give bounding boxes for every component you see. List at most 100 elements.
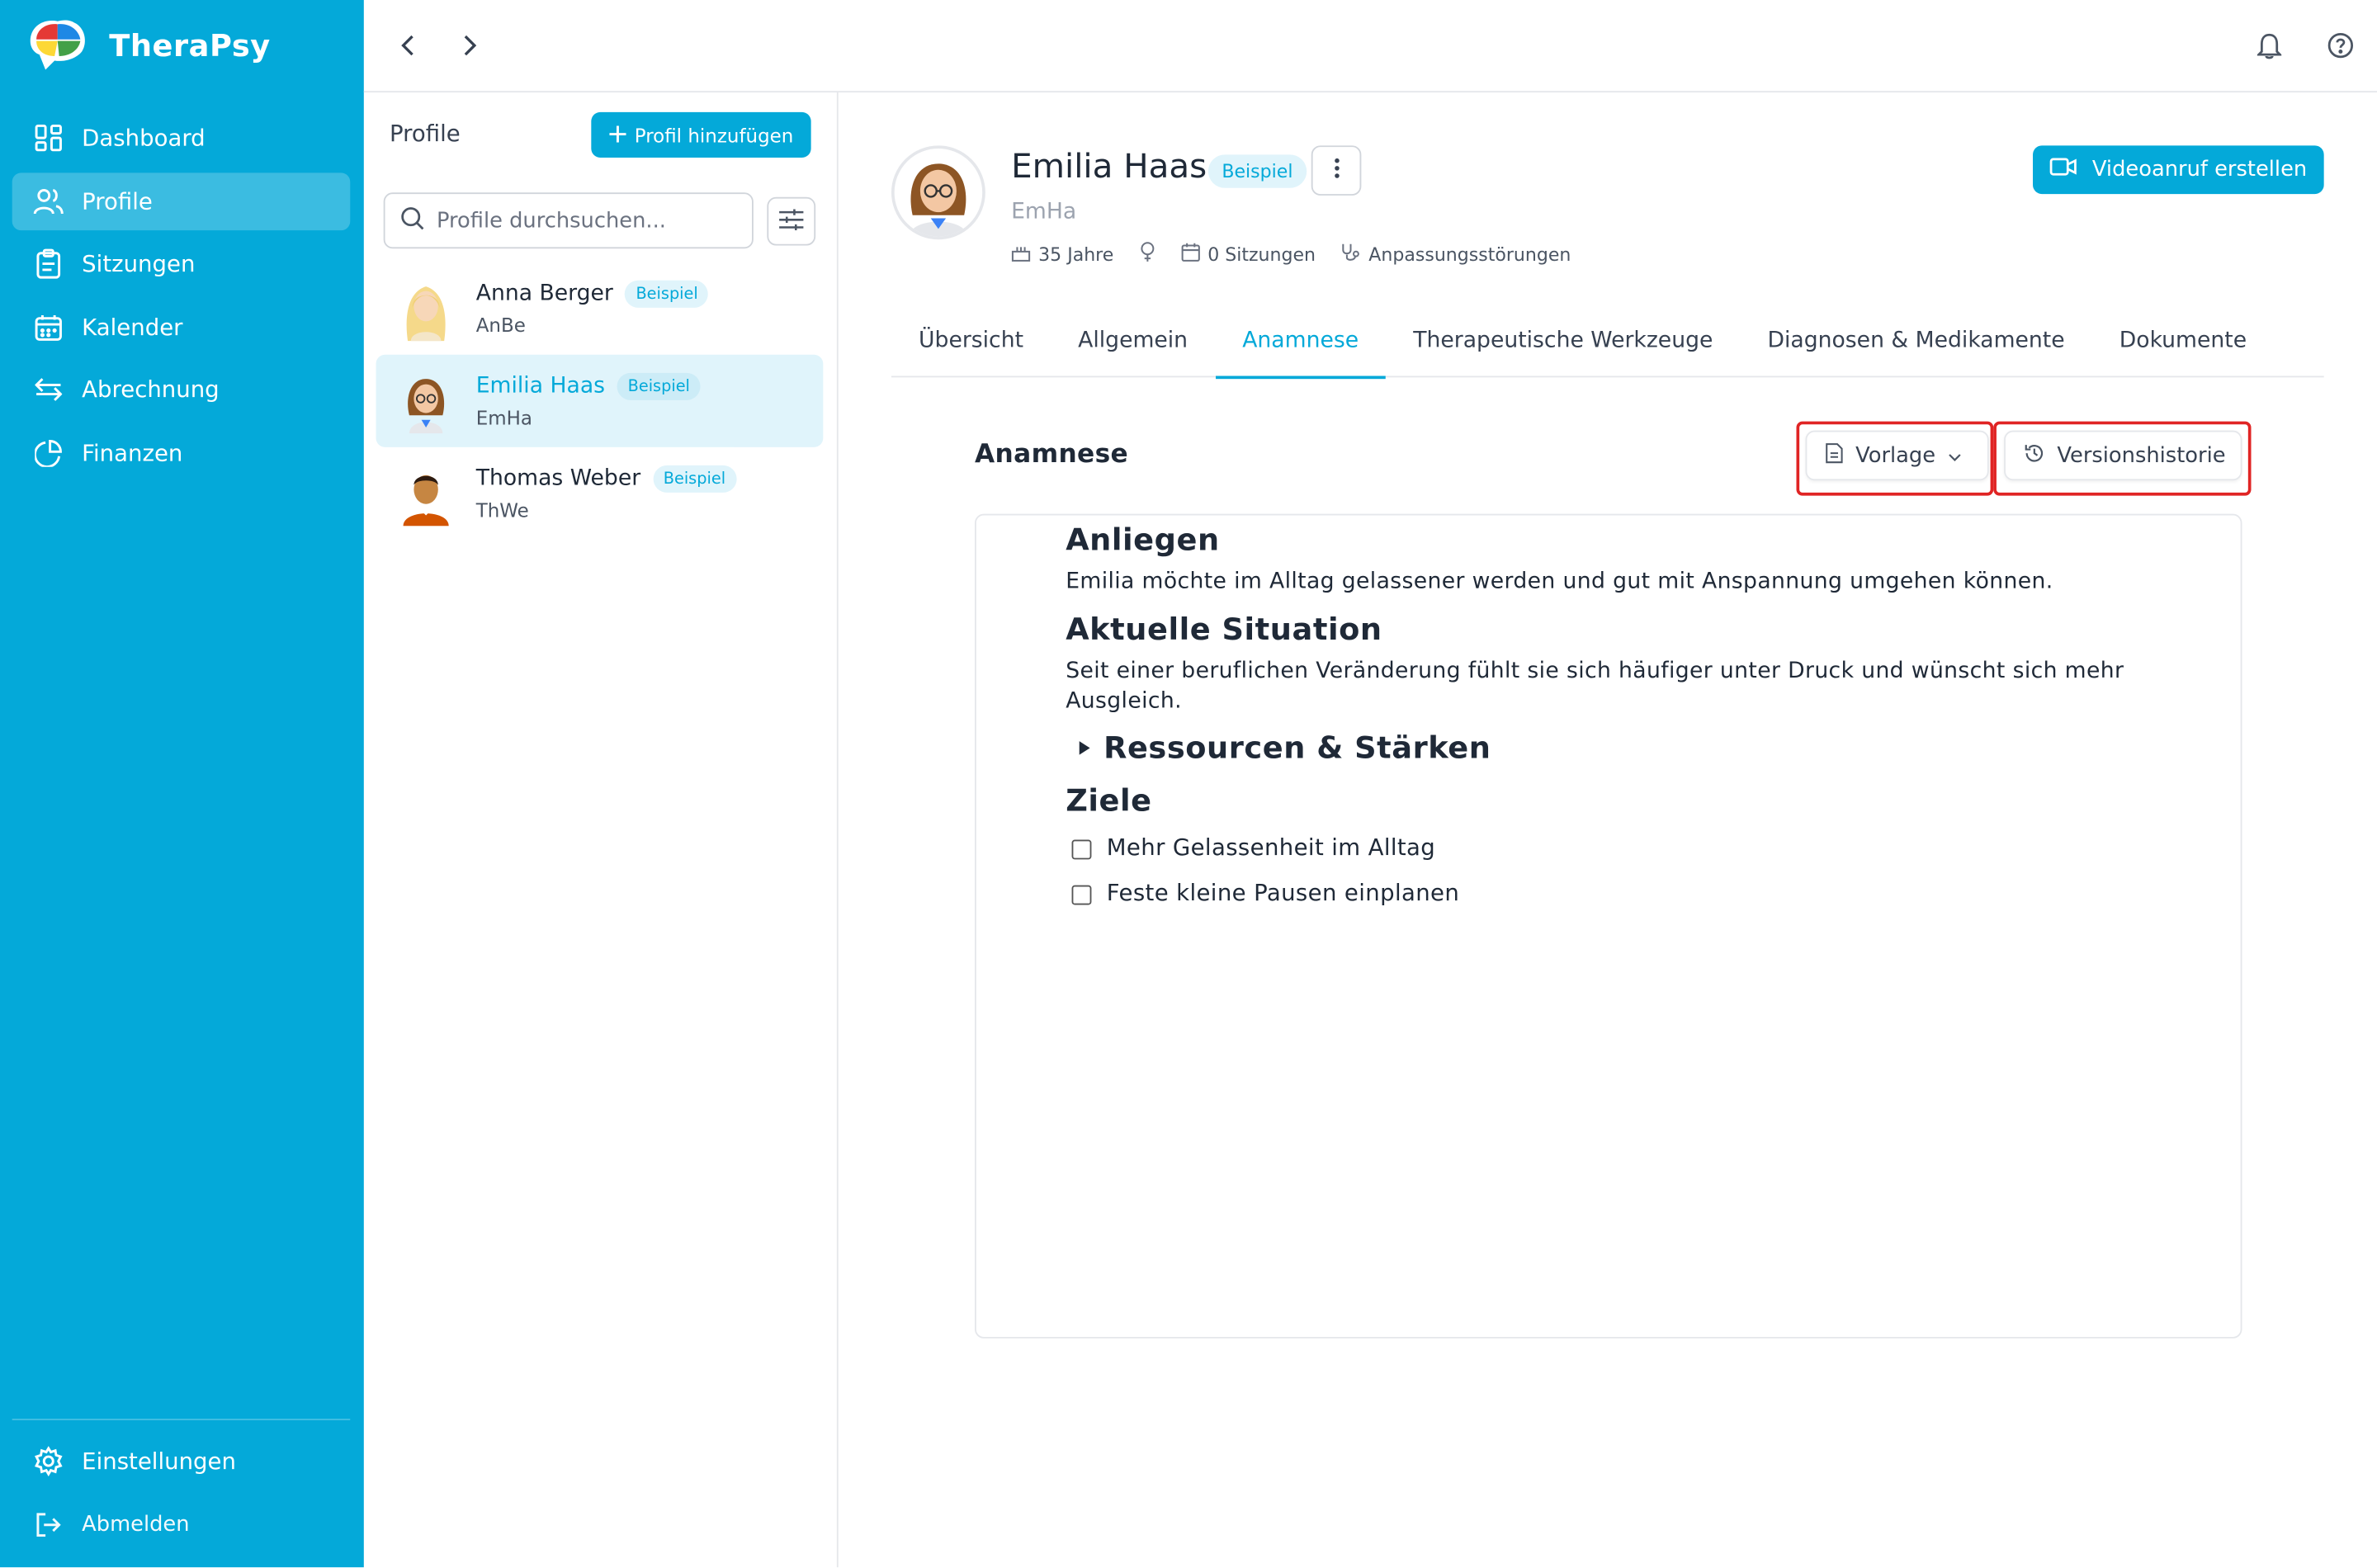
more-options-button[interactable] xyxy=(1311,145,1362,196)
example-badge: Beispiel xyxy=(617,372,701,400)
avatar xyxy=(397,461,455,526)
app-name: TheraPsy xyxy=(109,27,271,64)
avatar xyxy=(397,276,455,341)
sidebar-item-dashboard[interactable]: Dashboard xyxy=(12,109,351,167)
cake-icon xyxy=(1011,242,1031,266)
tab-anamnese[interactable]: Anamnese xyxy=(1215,305,1386,380)
sidebar-item-label: Abrechnung xyxy=(82,375,220,404)
checklist-item-text: Mehr Gelassenheit im Alltag xyxy=(1106,834,1436,862)
help-icon[interactable] xyxy=(2323,27,2359,64)
top-bar xyxy=(363,0,2377,93)
heading-ziele: Ziele xyxy=(1066,782,1152,819)
video-call-label: Videoanruf erstellen xyxy=(2091,158,2308,182)
sidebar-item-einstellungen[interactable]: Einstellungen xyxy=(12,1433,351,1490)
document-icon xyxy=(1825,442,1843,469)
tab-uebersicht[interactable]: Übersicht xyxy=(891,305,1051,377)
profile-short: AnBe xyxy=(475,314,526,337)
template-dropdown-button[interactable]: Vorlage xyxy=(1805,430,1989,481)
profile-list-item[interactable]: Emilia Haas Beispiel EmHa xyxy=(376,354,824,447)
calendar-icon xyxy=(33,311,64,342)
sidebar-item-label: Dashboard xyxy=(82,124,206,152)
profile-tabs: Übersicht Allgemein Anamnese Therapeutis… xyxy=(891,305,2324,380)
stethoscope-icon xyxy=(1340,242,1361,266)
section-title: Anamnese xyxy=(974,439,1129,470)
pie-chart-icon xyxy=(33,437,64,468)
bell-icon[interactable] xyxy=(2251,27,2287,64)
sidebar-item-label: Abmelden xyxy=(82,1512,190,1537)
tab-allgemein[interactable]: Allgemein xyxy=(1051,305,1215,377)
app-root: TheraPsy Dashboard Profile Sitzungen Kal… xyxy=(0,0,2377,1568)
profile-short: EmHa xyxy=(475,406,532,429)
sliders-icon xyxy=(779,207,804,236)
profile-name: Thomas Weber xyxy=(475,466,641,492)
example-badge: Beispiel xyxy=(1207,154,1307,188)
search-input[interactable] xyxy=(436,208,725,233)
profiles-panel: Profile Profil hinzufügen Profile durchs… xyxy=(364,92,839,1568)
profiles-title: Profile xyxy=(390,120,461,148)
sidebar-item-sitzungen[interactable]: Sitzungen xyxy=(12,235,351,293)
example-badge: Beispiel xyxy=(652,465,736,493)
patient-avatar xyxy=(891,145,985,240)
users-icon xyxy=(33,186,64,216)
patient-meta: 35 Jahre 0 Sitzungen Anpassungsstörungen xyxy=(1011,241,1595,267)
sidebar: TheraPsy Dashboard Profile Sitzungen Kal… xyxy=(0,0,364,1568)
profile-name: Emilia Haas xyxy=(475,374,606,399)
sidebar-item-profile[interactable]: Profile xyxy=(12,172,351,230)
sidebar-bottom: Einstellungen Abmelden xyxy=(12,1419,351,1558)
sidebar-item-kalender[interactable]: Kalender xyxy=(12,298,351,356)
clipboard-icon xyxy=(33,248,64,279)
diagnosis-text: Anpassungsstörungen xyxy=(1368,243,1571,265)
tab-therapeutische-werkzeuge[interactable]: Therapeutische Werkzeuge xyxy=(1386,305,1740,377)
back-arrow-icon[interactable] xyxy=(391,27,428,64)
sidebar-item-finanzen[interactable]: Finanzen xyxy=(12,423,351,481)
heading-anliegen: Anliegen xyxy=(1066,521,1220,558)
logout-icon xyxy=(33,1509,64,1539)
video-camera-icon xyxy=(2049,158,2077,182)
age-info: 35 Jahre xyxy=(1011,242,1113,266)
gender-info xyxy=(1138,241,1156,267)
profile-list-item[interactable]: Thomas Weber Beispiel ThWe xyxy=(376,447,824,540)
checklist-item: Feste kleine Pausen einplanen xyxy=(1071,879,2188,906)
arrows-exchange-icon xyxy=(33,375,64,405)
profile-list-item[interactable]: Anna Berger Beispiel AnBe xyxy=(376,262,824,355)
profile-search xyxy=(383,192,754,249)
version-history-button[interactable]: Versionshistorie xyxy=(2004,430,2242,481)
gear-icon xyxy=(33,1446,64,1476)
anamnese-editor[interactable]: Anliegen Emilia möchte im Alltag gelasse… xyxy=(974,513,2242,1339)
sidebar-item-label: Sitzungen xyxy=(82,250,196,278)
brand[interactable]: TheraPsy xyxy=(24,15,270,75)
heading-ressourcen: Ressourcen & Stärken xyxy=(1103,729,1491,766)
tab-dokumente[interactable]: Dokumente xyxy=(2092,305,2274,377)
sessions-info: 0 Sitzungen xyxy=(1180,242,1316,266)
diagnosis-info: Anpassungsstörungen xyxy=(1340,242,1571,266)
checkbox[interactable] xyxy=(1071,885,1092,905)
profile-name: Anna Berger xyxy=(475,281,613,307)
sessions-text: 0 Sitzungen xyxy=(1207,243,1316,265)
sidebar-nav: Dashboard Profile Sitzungen Kalender Abr… xyxy=(12,109,351,486)
filter-button[interactable] xyxy=(767,196,816,246)
create-video-call-button[interactable]: Videoanruf erstellen xyxy=(2033,145,2324,195)
avatar xyxy=(397,369,455,433)
version-history-label: Versionshistorie xyxy=(2057,443,2226,468)
age-text: 35 Jahre xyxy=(1038,243,1114,265)
patient-short: EmHa xyxy=(1011,200,1077,224)
tab-diagnosen-medikamente[interactable]: Diagnosen & Medikamente xyxy=(1740,305,2091,377)
chevron-down-icon xyxy=(1948,443,1962,467)
paragraph-anliegen: Emilia möchte im Alltag gelassener werde… xyxy=(1066,569,2053,594)
checklist-item: Mehr Gelassenheit im Alltag xyxy=(1071,834,2188,862)
profile-short: ThWe xyxy=(475,498,529,522)
add-profile-button[interactable]: Profil hinzufügen xyxy=(591,111,811,158)
checkbox[interactable] xyxy=(1071,839,1092,860)
female-icon xyxy=(1138,241,1156,267)
forward-arrow-icon[interactable] xyxy=(450,27,486,64)
plus-icon xyxy=(608,124,626,147)
sidebar-item-label: Profile xyxy=(82,187,153,215)
main-content: Emilia Haas Beispiel EmHa 35 Jahre 0 Sit… xyxy=(839,92,2377,1567)
toggle-ressourcen[interactable]: Ressourcen & Stärken xyxy=(1078,729,2187,766)
add-profile-label: Profil hinzufügen xyxy=(634,123,794,147)
sidebar-item-abmelden[interactable]: Abmelden xyxy=(12,1495,351,1553)
dashboard-icon xyxy=(33,123,64,153)
sidebar-item-abrechnung[interactable]: Abrechnung xyxy=(12,361,351,418)
example-badge: Beispiel xyxy=(625,280,709,308)
sidebar-item-label: Kalender xyxy=(82,313,183,341)
